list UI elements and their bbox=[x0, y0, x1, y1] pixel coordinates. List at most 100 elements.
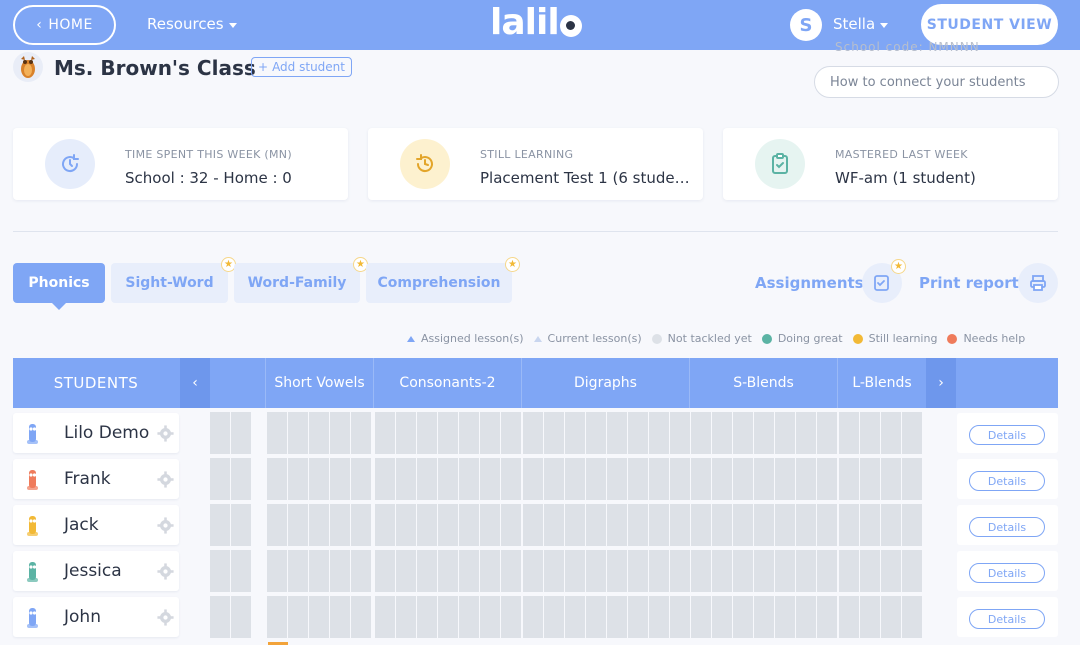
details-button[interactable]: Details bbox=[969, 563, 1045, 583]
lesson-cell[interactable] bbox=[330, 596, 350, 638]
lesson-cell[interactable] bbox=[670, 458, 690, 500]
lesson-cell[interactable] bbox=[375, 596, 395, 638]
lesson-cell[interactable] bbox=[438, 596, 458, 638]
lesson-cell[interactable] bbox=[860, 458, 880, 500]
lesson-cell[interactable] bbox=[817, 596, 837, 638]
lesson-cell[interactable] bbox=[754, 596, 774, 638]
gear-icon[interactable] bbox=[157, 517, 174, 534]
lesson-cell[interactable] bbox=[817, 412, 837, 454]
lesson-cell[interactable] bbox=[459, 412, 479, 454]
lesson-cell[interactable] bbox=[796, 550, 816, 592]
lesson-cell[interactable] bbox=[523, 458, 543, 500]
print-report-link[interactable]: Print report bbox=[919, 274, 1019, 292]
tab-word-family[interactable]: Word-Family ★ bbox=[234, 258, 367, 303]
lesson-cell[interactable] bbox=[288, 504, 308, 546]
lesson-cell[interactable] bbox=[438, 550, 458, 592]
stat-card-still-learning[interactable]: STILL LEARNING Placement Test 1 (6 stude… bbox=[368, 128, 703, 200]
lesson-cell[interactable] bbox=[210, 458, 230, 500]
lesson-cell[interactable] bbox=[860, 596, 880, 638]
lesson-cell[interactable] bbox=[628, 596, 648, 638]
lesson-cell[interactable] bbox=[565, 550, 585, 592]
lesson-cell[interactable] bbox=[860, 412, 880, 454]
lesson-cell[interactable] bbox=[607, 596, 627, 638]
lesson-cell[interactable] bbox=[796, 458, 816, 500]
gear-icon[interactable] bbox=[157, 425, 174, 442]
stat-card-mastered[interactable]: MASTERED LAST WEEK WF-am (1 student) bbox=[723, 128, 1058, 200]
user-avatar[interactable]: S bbox=[790, 9, 822, 41]
lesson-cell[interactable] bbox=[375, 412, 395, 454]
lesson-cell[interactable] bbox=[754, 550, 774, 592]
column-header-digraphs[interactable]: Digraphs bbox=[521, 358, 689, 408]
lesson-cell[interactable] bbox=[860, 550, 880, 592]
lesson-cell[interactable] bbox=[607, 504, 627, 546]
lesson-cell[interactable] bbox=[396, 550, 416, 592]
lesson-cell[interactable] bbox=[860, 504, 880, 546]
lesson-cell[interactable] bbox=[210, 412, 230, 454]
lesson-cell[interactable] bbox=[691, 504, 711, 546]
lesson-cell[interactable] bbox=[330, 412, 350, 454]
lesson-cell[interactable] bbox=[902, 596, 922, 638]
lesson-cell[interactable] bbox=[480, 458, 500, 500]
lesson-cell[interactable] bbox=[544, 596, 564, 638]
lesson-cell[interactable] bbox=[288, 550, 308, 592]
lesson-cell[interactable] bbox=[438, 504, 458, 546]
lesson-cell[interactable] bbox=[309, 550, 329, 592]
lesson-cell[interactable] bbox=[649, 458, 669, 500]
lesson-cell[interactable] bbox=[351, 458, 371, 500]
lesson-cell[interactable] bbox=[607, 412, 627, 454]
lesson-cell[interactable] bbox=[544, 458, 564, 500]
lesson-cell[interactable] bbox=[607, 550, 627, 592]
column-header-consonants-2[interactable]: Consonants-2 bbox=[373, 358, 521, 408]
tab-sight-word[interactable]: Sight-Word ★ bbox=[111, 258, 235, 303]
lesson-cell[interactable] bbox=[480, 550, 500, 592]
gear-icon[interactable] bbox=[157, 471, 174, 488]
lesson-cell[interactable] bbox=[417, 596, 437, 638]
lesson-cell[interactable] bbox=[375, 458, 395, 500]
lesson-cell[interactable] bbox=[817, 458, 837, 500]
lesson-cell[interactable] bbox=[523, 550, 543, 592]
lesson-cell[interactable] bbox=[817, 504, 837, 546]
lesson-cell[interactable] bbox=[438, 458, 458, 500]
lesson-cell[interactable] bbox=[565, 458, 585, 500]
lesson-cell[interactable] bbox=[396, 412, 416, 454]
lesson-cell[interactable] bbox=[267, 550, 287, 592]
student-row[interactable]: Frank bbox=[13, 459, 179, 499]
lesson-cell[interactable] bbox=[523, 596, 543, 638]
lesson-cell[interactable] bbox=[565, 412, 585, 454]
lesson-cell[interactable] bbox=[775, 550, 795, 592]
lesson-cell[interactable] bbox=[459, 458, 479, 500]
lesson-cell[interactable] bbox=[628, 504, 648, 546]
student-row[interactable]: Jack bbox=[13, 505, 179, 545]
lesson-cell[interactable] bbox=[351, 504, 371, 546]
lesson-cell[interactable] bbox=[733, 550, 753, 592]
column-header-l-blends[interactable]: L-Blends bbox=[837, 358, 926, 408]
lesson-cell[interactable] bbox=[501, 412, 521, 454]
lesson-cell[interactable] bbox=[712, 504, 732, 546]
lesson-cell[interactable] bbox=[210, 504, 230, 546]
assignments-button[interactable]: ★ bbox=[862, 260, 905, 303]
lesson-cell[interactable] bbox=[417, 412, 437, 454]
student-row[interactable]: Lilo Demo bbox=[13, 413, 179, 453]
lesson-cell[interactable] bbox=[288, 458, 308, 500]
lesson-cell[interactable] bbox=[796, 412, 816, 454]
lesson-cell[interactable] bbox=[628, 550, 648, 592]
lesson-cell[interactable] bbox=[309, 504, 329, 546]
lesson-cell[interactable] bbox=[733, 504, 753, 546]
lesson-cell[interactable] bbox=[881, 550, 901, 592]
lesson-cell[interactable] bbox=[902, 504, 922, 546]
lesson-cell[interactable] bbox=[459, 596, 479, 638]
lesson-cell[interactable] bbox=[628, 458, 648, 500]
details-button[interactable]: Details bbox=[969, 471, 1045, 491]
lesson-cell[interactable] bbox=[501, 596, 521, 638]
lesson-cell[interactable] bbox=[459, 550, 479, 592]
lesson-cell[interactable] bbox=[775, 412, 795, 454]
lesson-cell[interactable] bbox=[902, 458, 922, 500]
lesson-cell[interactable] bbox=[586, 550, 606, 592]
lesson-cell[interactable] bbox=[480, 504, 500, 546]
details-button[interactable]: Details bbox=[969, 425, 1045, 445]
lesson-cell[interactable] bbox=[733, 596, 753, 638]
lesson-cell[interactable] bbox=[288, 412, 308, 454]
lesson-cell[interactable] bbox=[459, 504, 479, 546]
scroll-left-button[interactable]: ‹ bbox=[180, 358, 210, 408]
lesson-cell[interactable] bbox=[839, 458, 859, 500]
